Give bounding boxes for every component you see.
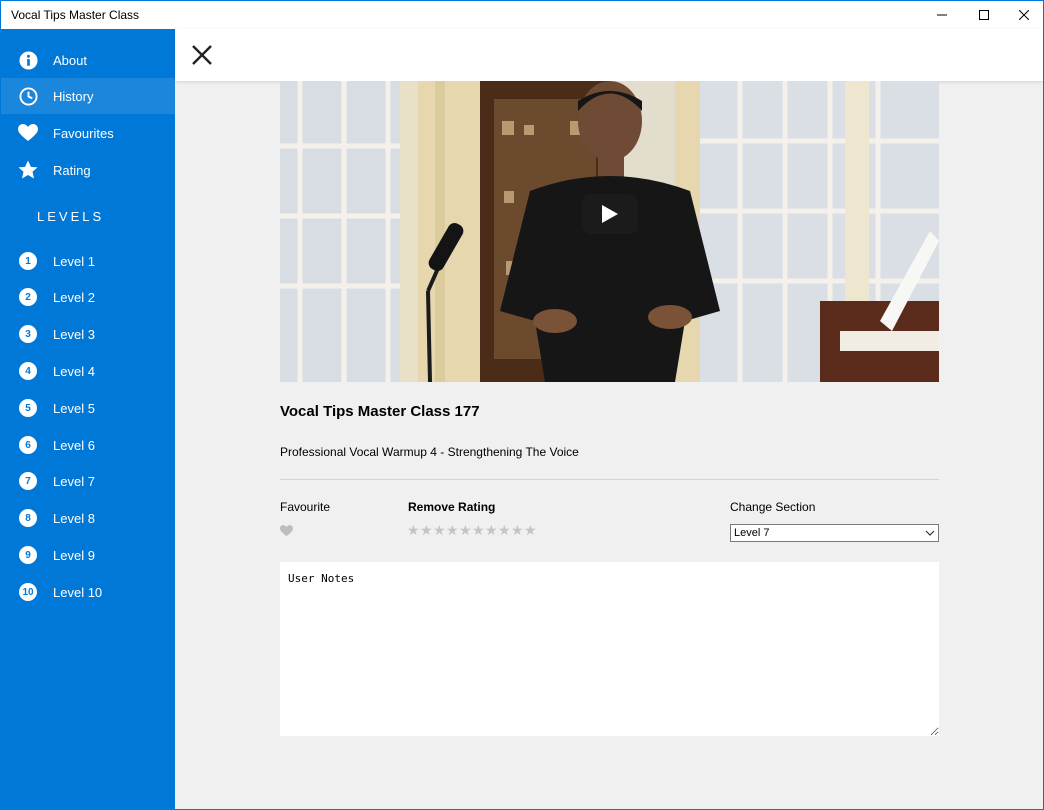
rating-stars: ★ ★ ★ ★ ★ ★ ★ ★ ★ ★ [407, 524, 537, 538]
close-view-icon[interactable] [190, 43, 214, 67]
sidebar-item-label: History [53, 88, 94, 104]
levels-heading: LEVELS [37, 209, 105, 224]
star-icon[interactable]: ★ [459, 524, 472, 538]
maximize-icon [979, 10, 989, 20]
change-section-label: Change Section [730, 500, 816, 514]
sidebar-item-label: Level 4 [53, 363, 95, 379]
number-2-icon: 2 [18, 287, 38, 307]
video-player[interactable] [280, 81, 939, 382]
number-3-icon: 3 [18, 324, 38, 344]
chevron-down-icon [925, 530, 935, 536]
video-title: Vocal Tips Master Class 177 [280, 403, 480, 420]
sidebar-item-level-7[interactable]: 7 Level 7 [1, 463, 175, 499]
play-button[interactable] [582, 194, 638, 234]
sidebar-item-level-8[interactable]: 8 Level 8 [1, 500, 175, 536]
section-select[interactable]: Level 7 [730, 524, 939, 542]
sidebar-item-level-1[interactable]: 1 Level 1 [1, 243, 175, 279]
user-notes-textarea[interactable]: User Notes [280, 562, 939, 736]
number-10-icon: 10 [18, 582, 38, 602]
heart-icon [18, 123, 38, 143]
number-5-icon: 5 [18, 398, 38, 418]
number-9-icon: 9 [18, 545, 38, 565]
minimize-icon [937, 14, 947, 16]
star-icon[interactable]: ★ [485, 524, 498, 538]
sidebar-item-label: Level 6 [53, 437, 95, 453]
sidebar-item-history[interactable]: History [1, 78, 175, 114]
sidebar-item-label: Rating [53, 162, 91, 178]
star-icon[interactable]: ★ [446, 524, 459, 538]
divider [280, 479, 939, 480]
number-8-icon: 8 [18, 508, 38, 528]
minimize-button[interactable] [919, 1, 965, 29]
favourite-heart-icon[interactable] [280, 525, 293, 537]
video-subtitle: Professional Vocal Warmup 4 - Strengthen… [280, 445, 579, 459]
star-icon[interactable]: ★ [407, 524, 420, 538]
star-icon[interactable]: ★ [511, 524, 524, 538]
sidebar-item-rating[interactable]: Rating [1, 152, 175, 188]
sidebar: About History Favourites Rating LEVELS 1… [1, 29, 175, 809]
remove-rating-button[interactable]: Remove Rating [408, 500, 495, 514]
sidebar-item-label: Level 10 [53, 584, 103, 600]
star-icon[interactable]: ★ [472, 524, 485, 538]
star-icon[interactable]: ★ [498, 524, 511, 538]
title-bar: Vocal Tips Master Class [1, 1, 1043, 29]
sidebar-item-label: Level 5 [53, 400, 95, 416]
star-icon[interactable]: ★ [433, 524, 446, 538]
sidebar-item-about[interactable]: About [1, 42, 175, 78]
sidebar-item-level-6[interactable]: 6 Level 6 [1, 427, 175, 463]
clock-icon [18, 86, 38, 106]
sidebar-item-label: Level 7 [53, 473, 95, 489]
sidebar-item-level-3[interactable]: 3 Level 3 [1, 316, 175, 352]
info-icon [18, 50, 38, 70]
star-icon [18, 160, 38, 180]
window-title: Vocal Tips Master Class [11, 8, 140, 22]
sidebar-item-label: Level 3 [53, 326, 95, 342]
sidebar-item-label: Level 9 [53, 547, 95, 563]
sidebar-item-level-9[interactable]: 9 Level 9 [1, 537, 175, 573]
sidebar-item-label: Level 2 [53, 289, 95, 305]
star-icon[interactable]: ★ [524, 524, 537, 538]
sidebar-item-level-2[interactable]: 2 Level 2 [1, 279, 175, 315]
sidebar-item-label: Favourites [53, 125, 114, 141]
content-header [175, 29, 1043, 81]
sidebar-item-level-4[interactable]: 4 Level 4 [1, 353, 175, 389]
number-4-icon: 4 [18, 361, 38, 381]
section-select-value: Level 7 [734, 527, 770, 539]
play-icon [602, 205, 618, 223]
close-window-button[interactable] [1001, 1, 1044, 29]
star-icon[interactable]: ★ [420, 524, 433, 538]
sidebar-item-level-5[interactable]: 5 Level 5 [1, 390, 175, 426]
sidebar-item-label: About [53, 52, 87, 68]
sidebar-item-level-10[interactable]: 10 Level 10 [1, 574, 175, 610]
app-window: Vocal Tips Master Class About History Fa… [0, 0, 1044, 810]
sidebar-item-favourites[interactable]: Favourites [1, 115, 175, 151]
close-icon [1019, 10, 1029, 20]
sidebar-item-label: Level 1 [53, 253, 95, 269]
number-1-icon: 1 [18, 251, 38, 271]
number-6-icon: 6 [18, 435, 38, 455]
sidebar-item-label: Level 8 [53, 510, 95, 526]
favourite-label: Favourite [280, 500, 331, 514]
number-7-icon: 7 [18, 471, 38, 491]
